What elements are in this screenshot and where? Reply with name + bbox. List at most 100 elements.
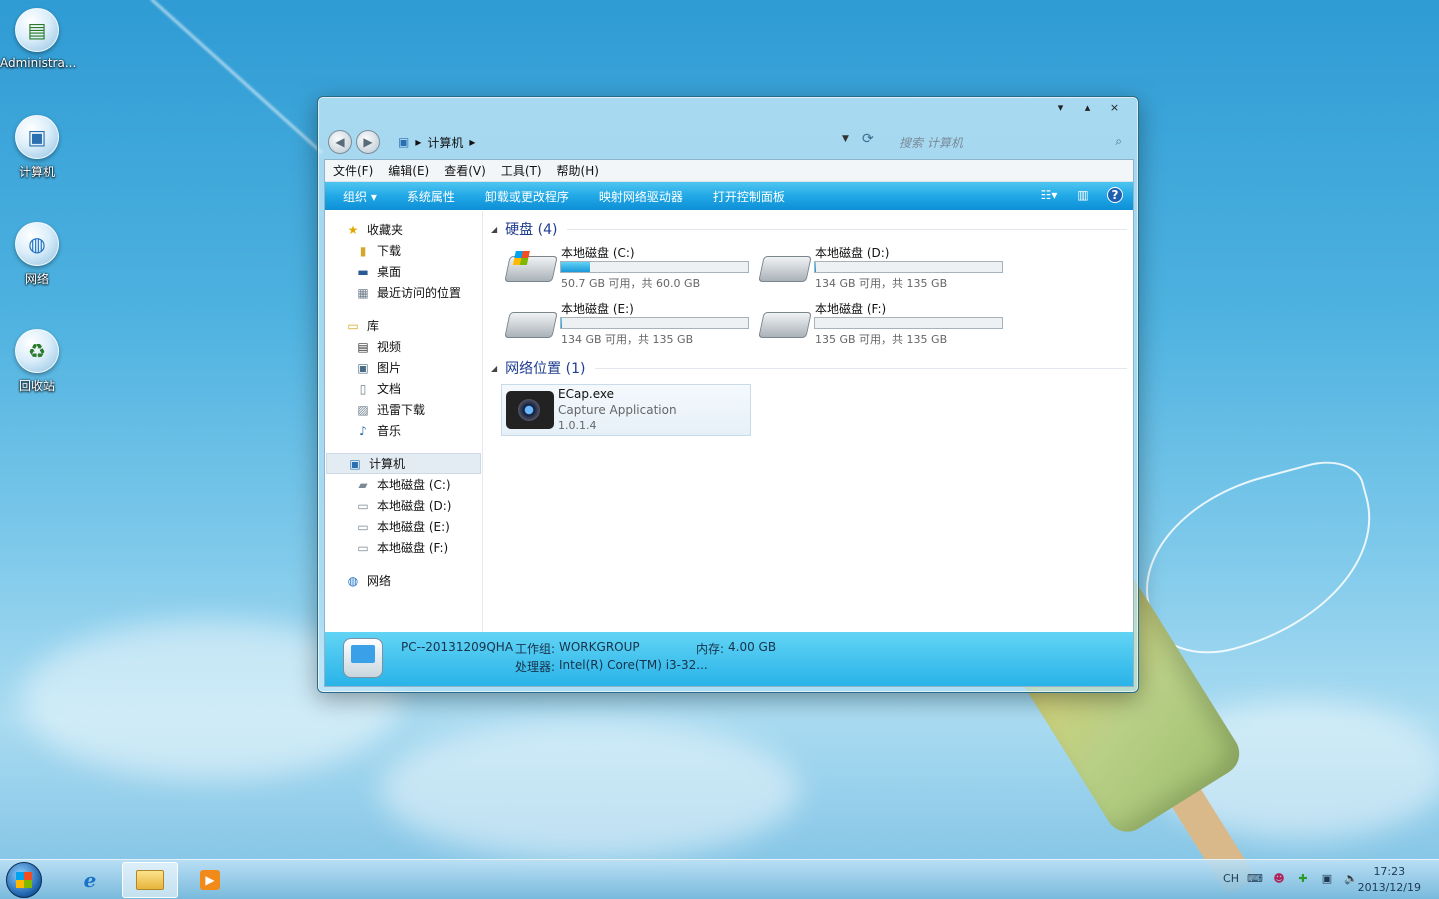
computer-icon: ▣ — [15, 115, 59, 159]
group-title: 硬盘 (4) — [505, 222, 558, 238]
preview-pane-icon[interactable]: ▥ — [1073, 186, 1093, 204]
system-properties-button[interactable]: 系统属性 — [407, 188, 455, 205]
search-icon[interactable]: ⌕ — [1115, 134, 1122, 149]
desktop-icon-recycle-bin[interactable]: ♻ 回收站 — [0, 329, 74, 394]
help-icon[interactable]: ? — [1107, 187, 1123, 203]
drive-tile-f[interactable]: 本地磁盘 (F:) 135 GB 可用，共 135 GB — [755, 300, 1005, 352]
security-icon[interactable]: ✚ — [1295, 870, 1311, 886]
taskbar-internet-explorer[interactable]: e — [62, 862, 118, 898]
taskbar-clock[interactable]: 17:23 2013/12/19 — [1358, 864, 1421, 896]
organize-button[interactable]: 组织 ▾ — [343, 188, 377, 205]
video-icon: ▤ — [357, 339, 369, 354]
drive-info: 50.7 GB 可用，共 60.0 GB — [561, 277, 701, 290]
breadcrumb-separator[interactable]: ▸ — [469, 135, 475, 149]
memory-value: 4.00 GB — [728, 640, 777, 654]
group-header-network-locations[interactable]: ◢ 网络位置 (1) — [491, 358, 1127, 378]
drive-usage-fill — [561, 318, 563, 328]
map-network-drive-button[interactable]: 映射网络驱动器 — [599, 188, 683, 205]
sidebar-item-videos[interactable]: ▤ 视频 — [325, 336, 482, 357]
menu-tools[interactable]: 工具(T) — [501, 162, 542, 179]
pictures-icon: ▣ — [357, 360, 369, 375]
forward-button[interactable]: ▶ — [356, 130, 380, 154]
drive-tile-e[interactable]: 本地磁盘 (E:) 134 GB 可用，共 135 GB — [501, 300, 751, 352]
explorer-window[interactable]: ▾ ▴ × ◀ ▶ ▣ ▸ 计算机 ▸ ▼ ⟳ 搜索 计算机 ⌕ 文件(F) 编… — [317, 96, 1139, 693]
sidebar-item-documents[interactable]: ▯ 文档 — [325, 378, 482, 399]
sidebar-item-label: 计算机 — [369, 457, 406, 471]
drive-name: 本地磁盘 (D:) — [815, 246, 890, 260]
drive-info: 134 GB 可用，共 135 GB — [561, 333, 694, 346]
close-button[interactable]: × — [1101, 99, 1128, 115]
users-icon[interactable]: ☻ — [1271, 870, 1287, 886]
folder-icon — [136, 870, 164, 890]
desktop-icon-network[interactable]: ◍ 网络 — [0, 222, 74, 287]
documents-icon: ▯ — [359, 381, 367, 396]
sidebar-item-label: 迅雷下载 — [377, 403, 426, 417]
menu-edit[interactable]: 编辑(E) — [388, 162, 429, 179]
menu-help[interactable]: 帮助(H) — [557, 162, 599, 179]
drive-info: 135 GB 可用，共 135 GB — [815, 333, 948, 346]
start-button[interactable] — [6, 862, 42, 898]
desktop-icon-computer[interactable]: ▣ 计算机 — [0, 115, 74, 180]
menu-file[interactable]: 文件(F) — [333, 162, 373, 179]
refresh-icon[interactable]: ⟳ — [862, 131, 874, 147]
drive-tile-c[interactable]: 本地磁盘 (C:) 50.7 GB 可用，共 60.0 GB — [501, 244, 751, 296]
navigation-pane: ★ 收藏夹 ▮ 下载 ▬ 桌面 ▦ 最近访问的位置 ▭ 库 ▤ 视频 ▣ 图片 … — [325, 211, 483, 632]
keyboard-icon[interactable]: ⌨ — [1247, 870, 1263, 886]
sidebar-item-music[interactable]: ♪ 音乐 — [325, 420, 482, 441]
back-button[interactable]: ◀ — [328, 130, 352, 154]
sidebar-item-label: 桌面 — [377, 265, 402, 279]
sidebar-item-pictures[interactable]: ▣ 图片 — [325, 357, 482, 378]
taskbar: e ▶ CH ⌨ ☻ ✚ ▣ 🔈 17:23 2013/12/19 — [0, 859, 1439, 899]
clock-time: 17:23 — [1373, 865, 1406, 878]
search-input[interactable]: 搜索 计算机 ⌕ — [891, 131, 1126, 153]
collapse-icon[interactable]: ◢ — [491, 364, 497, 373]
sidebar-item-thunder-downloads[interactable]: ▨ 迅雷下载 — [325, 399, 482, 420]
processor-value: Intel(R) Core(TM) i3-32... — [559, 658, 708, 672]
network-tray-icon[interactable]: ▣ — [1319, 870, 1335, 886]
drive-tile-d[interactable]: 本地磁盘 (D:) 134 GB 可用，共 135 GB — [755, 244, 1005, 296]
sidebar-item-computer[interactable]: ▣ 计算机 — [326, 453, 481, 474]
memory-label: 内存: — [696, 642, 725, 656]
volume-icon[interactable]: 🔈 — [1343, 870, 1359, 886]
breadcrumb-separator[interactable]: ▸ — [415, 135, 421, 149]
menu-view[interactable]: 查看(V) — [444, 162, 486, 179]
maximize-button[interactable]: ▴ — [1074, 99, 1101, 115]
desktop-icon-administrator[interactable]: ▤ Administra... — [0, 8, 76, 70]
change-view-icon[interactable]: ☷▾ — [1039, 186, 1059, 204]
sidebar-item-libraries[interactable]: ▭ 库 — [325, 315, 482, 336]
language-indicator[interactable]: CH — [1223, 870, 1239, 886]
sidebar-item-label: 文档 — [377, 382, 402, 396]
sidebar-item-network[interactable]: ◍ 网络 — [325, 570, 482, 591]
sidebar-item-downloads[interactable]: ▮ 下载 — [325, 240, 482, 261]
taskbar-windows-explorer[interactable] — [122, 862, 178, 898]
minimize-button[interactable]: ▾ — [1047, 99, 1074, 115]
breadcrumb[interactable]: ▣ ▸ 计算机 ▸ — [398, 132, 548, 152]
command-bar: 组织 ▾ 系统属性 卸载或更改程序 映射网络驱动器 打开控制面板 ☷▾ ▥ ? — [325, 182, 1133, 210]
sidebar-item-drive-e[interactable]: ▭ 本地磁盘 (E:) — [325, 516, 482, 537]
group-header-hard-drives[interactable]: ◢ 硬盘 (4) — [491, 219, 1127, 239]
user-folder-icon: ▤ — [15, 8, 59, 52]
open-control-panel-button[interactable]: 打开控制面板 — [713, 188, 785, 205]
windows-logo-icon — [16, 872, 32, 888]
address-dropdown-icon[interactable]: ▼ — [842, 134, 849, 144]
recent-places-icon: ▦ — [357, 285, 369, 300]
sidebar-item-recent-places[interactable]: ▦ 最近访问的位置 — [325, 282, 482, 303]
sidebar-item-favorites[interactable]: ★ 收藏夹 — [325, 219, 482, 240]
sidebar-item-drive-f[interactable]: ▭ 本地磁盘 (F:) — [325, 537, 482, 558]
breadcrumb-computer[interactable]: 计算机 — [427, 134, 463, 151]
collapse-icon[interactable]: ◢ — [491, 225, 497, 234]
sidebar-item-desktop[interactable]: ▬ 桌面 — [325, 261, 482, 282]
hard-drive-icon: ▭ — [357, 519, 369, 534]
sidebar-item-drive-c[interactable]: ▰ 本地磁盘 (C:) — [325, 474, 482, 495]
desktop-icon: ▬ — [357, 264, 369, 279]
sidebar-item-label: 库 — [367, 319, 380, 333]
network-location-ecap[interactable]: ECap.exe Capture Application 1.0.1.4 — [501, 384, 751, 436]
hard-drive-icon: ▭ — [357, 498, 369, 513]
hard-drive-icon — [504, 312, 558, 338]
taskbar-media-player[interactable]: ▶ — [182, 862, 238, 898]
sidebar-item-drive-d[interactable]: ▭ 本地磁盘 (D:) — [325, 495, 482, 516]
group-title: 网络位置 (1) — [505, 361, 586, 377]
drive-usage-bar — [560, 261, 749, 273]
menu-bar: 文件(F) 编辑(E) 查看(V) 工具(T) 帮助(H) — [325, 160, 1133, 182]
uninstall-program-button[interactable]: 卸载或更改程序 — [485, 188, 569, 205]
